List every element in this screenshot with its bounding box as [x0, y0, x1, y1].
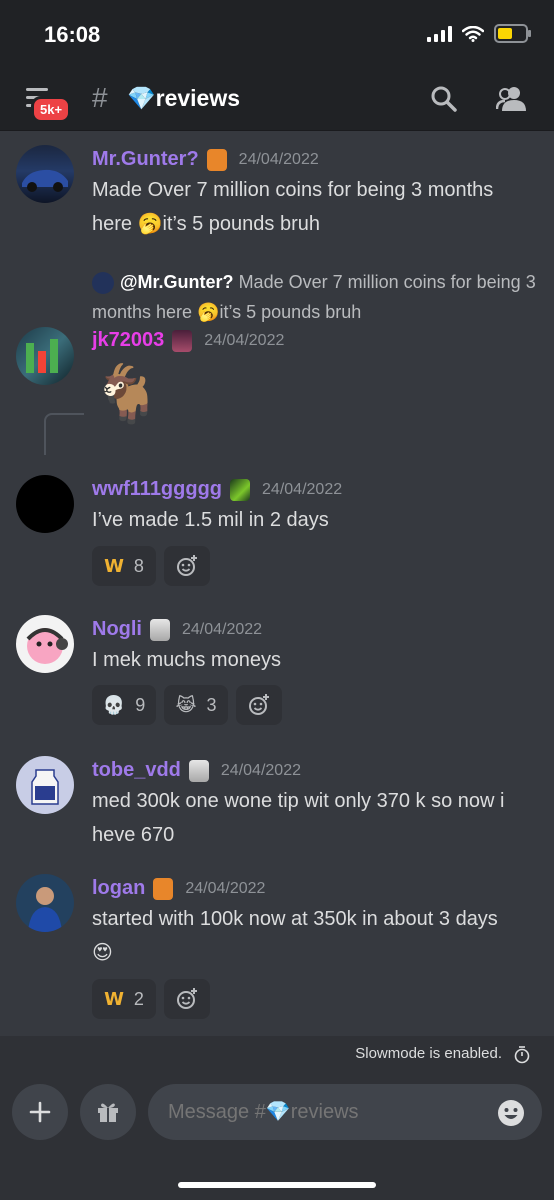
gift-icon	[98, 1103, 118, 1122]
reactions: 💀 9 😹 3	[92, 685, 282, 725]
add-reaction-button[interactable]	[236, 685, 282, 725]
avatar[interactable]	[16, 145, 74, 203]
slowmode-text: Slowmode is enabled.	[355, 1045, 502, 1062]
message-header: wwf111ggggg 24/04/2022	[92, 478, 342, 501]
message-text: I mek muchs moneys	[92, 649, 281, 671]
timestamp: 24/04/2022	[238, 150, 319, 168]
message-text: med 300k one wone tip wit only 370 k so …	[92, 790, 505, 846]
reply-connector	[44, 413, 84, 455]
message-text: Made Over 7 million coins for being 3 mo…	[92, 179, 494, 235]
message-list[interactable]: Mr.Gunter? 24/04/2022 Made Over 7 millio…	[0, 131, 554, 1036]
username[interactable]: wwf111ggggg	[92, 478, 222, 501]
message-header: Mr.Gunter? 24/04/2022	[92, 148, 319, 171]
car-avatar-image	[22, 169, 68, 192]
reaction-cat-joy[interactable]: 😹 3	[164, 685, 228, 725]
footballer-avatar-image	[28, 887, 62, 932]
kirby-avatar-image	[26, 628, 68, 664]
message-header: jk72003 24/04/2022	[92, 329, 284, 352]
timestamp: 24/04/2022	[262, 480, 343, 498]
reaction-skull[interactable]: 💀 9	[92, 685, 156, 725]
reply-preview[interactable]: @Mr.Gunter? Made Over 7 million coins fo…	[92, 267, 538, 327]
timestamp: 24/04/2022	[220, 761, 301, 779]
milk-carton-avatar-image	[31, 769, 59, 805]
message-header: logan 24/04/2022	[92, 877, 265, 900]
role-icon	[150, 618, 170, 641]
add-reaction-icon	[177, 988, 197, 1009]
slowmode-banner: Slowmode is enabled.	[0, 1036, 554, 1072]
timestamp: 24/04/2022	[182, 620, 263, 638]
chart-avatar-image	[26, 339, 58, 373]
reaction-count: 2	[133, 988, 144, 1009]
add-reaction-icon	[177, 555, 197, 576]
reactions: W 2	[92, 979, 210, 1019]
message-emoji: 😍	[92, 942, 113, 964]
avatar[interactable]	[16, 327, 74, 385]
battery-icon	[494, 24, 531, 43]
message-header: tobe_vdd 24/04/2022	[92, 759, 301, 782]
status-bar: 16:08	[0, 0, 554, 68]
username[interactable]: tobe_vdd	[92, 759, 181, 782]
role-icon	[230, 478, 251, 501]
search-icon[interactable]	[430, 85, 458, 113]
role-icon	[188, 759, 209, 782]
role-icon	[206, 148, 227, 171]
reaction-w[interactable]: W 2	[92, 979, 156, 1019]
message-header: Nogli 24/04/2022	[92, 618, 262, 641]
avatar[interactable]	[16, 615, 74, 673]
username[interactable]: jk72003	[92, 329, 164, 352]
emoji-picker-icon[interactable]	[496, 1098, 526, 1128]
message-text: I’ve made 1.5 mil in 2 days	[92, 509, 329, 531]
message-text: started with 100k now at 350k in about 3…	[92, 902, 538, 970]
role-icon	[172, 329, 193, 352]
reactions: W 8	[92, 546, 210, 586]
avatar[interactable]	[16, 874, 74, 932]
gift-button[interactable]	[80, 1084, 136, 1140]
timestamp: 24/04/2022	[185, 879, 266, 897]
message-text: 🐐	[92, 362, 162, 425]
timestamp: 24/04/2022	[204, 331, 285, 349]
reaction-emoji: 💀	[102, 694, 126, 715]
message-input[interactable]	[148, 1084, 542, 1140]
reaction-w[interactable]: W 8	[92, 546, 156, 586]
channel-title[interactable]: 💎reviews	[127, 85, 240, 112]
wifi-icon	[462, 25, 484, 42]
timer-icon	[514, 1046, 530, 1064]
notification-badge: 5k+	[31, 96, 72, 123]
reaction-count: 9	[135, 694, 146, 715]
message-composer	[0, 1072, 554, 1200]
avatar[interactable]	[16, 756, 74, 814]
avatar[interactable]	[16, 475, 74, 533]
username[interactable]: Mr.Gunter?	[92, 148, 199, 171]
members-icon[interactable]	[496, 85, 526, 113]
reply-avatar	[92, 272, 114, 295]
status-time: 16:08	[44, 22, 101, 47]
plus-icon	[29, 1101, 51, 1123]
attach-button[interactable]	[12, 1084, 68, 1140]
channel-header: 5k+ # 💎reviews	[0, 68, 554, 131]
reaction-emoji: W	[104, 555, 124, 577]
username[interactable]: Nogli	[92, 618, 142, 641]
username[interactable]: logan	[92, 877, 145, 900]
reaction-count: 3	[206, 694, 217, 715]
message-text-line: started with 100k now at 350k in about 3…	[92, 908, 498, 930]
add-reaction-button[interactable]	[164, 546, 210, 586]
add-reaction-icon	[249, 694, 269, 715]
reaction-count: 8	[133, 555, 144, 576]
status-icons	[427, 24, 531, 43]
role-icon	[153, 877, 174, 900]
reaction-emoji: W	[104, 988, 124, 1010]
add-reaction-button[interactable]	[164, 979, 210, 1019]
reply-username: @Mr.Gunter?	[120, 272, 234, 292]
home-indicator	[178, 1182, 376, 1188]
reaction-emoji: 😹	[175, 694, 197, 715]
cellular-signal-icon	[427, 25, 452, 42]
hash-icon: #	[92, 82, 108, 113]
